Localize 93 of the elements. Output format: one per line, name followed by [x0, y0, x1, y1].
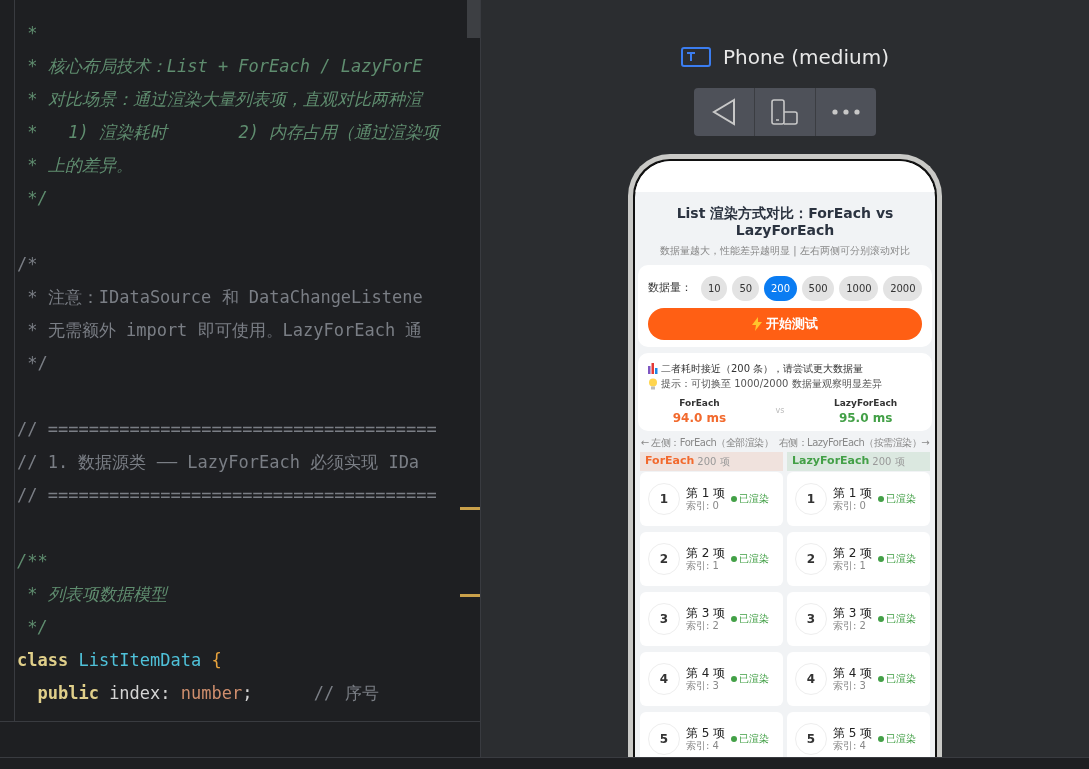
item-index: 索引: 4 — [833, 739, 867, 752]
scrollbar-thumb[interactable] — [467, 0, 480, 38]
warning-marker — [460, 507, 480, 510]
count-option[interactable]: 500 — [801, 276, 835, 301]
status-text: 已渲染 — [739, 612, 770, 626]
result-message: 二者耗时接近（200 条），请尝试更大数据量 — [661, 362, 864, 376]
item-count: 200 项 — [872, 454, 905, 469]
code-text: number — [180, 683, 243, 703]
code-text: /* — [17, 254, 38, 274]
item-index: 索引: 2 — [686, 619, 720, 632]
code-text: */ — [26, 188, 48, 208]
code-text: // 序号 — [313, 683, 379, 703]
item-title: 第 2 项 — [833, 545, 873, 560]
item-title: 第 5 项 — [833, 725, 873, 740]
list-item[interactable]: 5 第 5 项 索引: 4 已渲染 — [787, 711, 930, 757]
item-index: 索引: 1 — [686, 559, 720, 572]
item-index: 索引: 3 — [686, 679, 720, 692]
status-text: 已渲染 — [739, 732, 770, 746]
lightning-icon — [752, 317, 762, 331]
list-item[interactable]: 5 第 5 项 索引: 4 已渲染 — [640, 711, 783, 757]
list-item[interactable]: 3 第 3 项 索引: 2 已渲染 — [640, 591, 783, 646]
list-item[interactable]: 4 第 4 项 索引: 3 已渲染 — [640, 651, 783, 706]
vs-text: vs — [775, 404, 785, 417]
list-item[interactable]: 3 第 3 项 索引: 2 已渲染 — [787, 591, 930, 646]
time-value: 95.0 ms — [838, 410, 893, 425]
count-option[interactable]: 1000 — [839, 276, 879, 301]
item-index: 索引: 0 — [833, 499, 867, 512]
code-text: // 1. 数据源类 —— LazyForEach 必须实现 IDa — [17, 452, 420, 472]
item-index: 索引: 1 — [833, 559, 867, 572]
list-item[interactable]: 4 第 4 项 索引: 3 已渲染 — [787, 651, 930, 706]
code-text: ; — [242, 683, 254, 703]
item-title: 第 4 项 — [833, 665, 873, 680]
list-item[interactable]: 1 第 1 项 索引: 0 已渲染 — [640, 471, 783, 526]
item-title: 第 1 项 — [833, 485, 873, 500]
column-title: ForEach — [645, 452, 695, 469]
code-text: * 核心布局技术：List + ForEach / LazyForE — [26, 56, 423, 76]
method-name: LazyForEach — [833, 397, 898, 410]
status-text: 已渲染 — [886, 612, 917, 626]
list-item[interactable]: 1 第 1 项 索引: 0 已渲染 — [787, 471, 930, 526]
count-option[interactable]: 200 — [763, 276, 797, 301]
item-title: 第 4 项 — [686, 665, 726, 680]
count-option[interactable]: 10 — [701, 276, 728, 301]
status-text: 已渲染 — [886, 552, 917, 566]
code-text: index: — [109, 683, 172, 703]
code-text: * 注意：IDataSource 和 DataChangeListene — [26, 287, 423, 307]
code-text: /** — [17, 551, 48, 571]
warning-marker — [460, 594, 480, 597]
item-index: 索引: 2 — [833, 619, 867, 632]
item-title: 第 5 项 — [686, 725, 726, 740]
status-text: 已渲染 — [886, 732, 917, 746]
status-text: 已渲染 — [886, 492, 917, 506]
device-icon — [680, 47, 711, 67]
code-text: */ — [26, 617, 48, 637]
count-label: 数据量： — [648, 280, 692, 297]
item-title: 第 3 项 — [833, 605, 873, 620]
code-text: // ====================================== — [17, 419, 437, 439]
code-text: * 对比场景：通过渲染大量列表项，直观对比两种渲 — [26, 89, 422, 109]
code-text: // ====================================== — [17, 485, 437, 505]
method-name: ForEach — [679, 397, 720, 410]
app-subtitle: 数据量越大，性能差异越明显 | 左右两侧可分别滚动对比 — [660, 244, 910, 258]
code-text: public — [36, 683, 100, 703]
code-text: { — [211, 650, 222, 670]
tip-text: 提示：可切换至 1000/2000 数据量观察明显差异 — [661, 377, 882, 391]
column-title: LazyForEach — [792, 452, 870, 469]
item-index: 索引: 4 — [686, 739, 720, 752]
time-value: 94.0 ms — [672, 410, 727, 425]
code-text: * 上的差异。 — [26, 155, 133, 175]
item-title: 第 1 项 — [686, 485, 726, 500]
item-index: 索引: 3 — [833, 679, 867, 692]
item-title: 第 3 项 — [686, 605, 726, 620]
item-count: 200 项 — [697, 454, 730, 469]
list-item[interactable]: 2 第 2 项 索引: 1 已渲染 — [787, 531, 930, 586]
app-title: List 渲染方式对比：ForEach vs LazyForEach — [675, 205, 895, 239]
count-option[interactable]: 50 — [732, 276, 759, 301]
code-text: * — [26, 23, 38, 43]
list-item[interactable]: 2 第 2 项 索引: 1 已渲染 — [640, 531, 783, 586]
lightbulb-icon — [648, 377, 658, 390]
status-text: 已渲染 — [739, 552, 770, 566]
bar-chart-icon — [648, 363, 658, 374]
count-option[interactable]: 2000 — [883, 276, 923, 301]
item-index: 索引: 0 — [686, 499, 720, 512]
item-title: 第 2 项 — [686, 545, 726, 560]
code-text: class — [17, 650, 70, 670]
status-text: 已渲染 — [739, 672, 770, 686]
status-text: 已渲染 — [739, 492, 770, 506]
code-text: * 列表项数据模型 — [26, 584, 167, 604]
code-text: * 1) 渲染耗时 2) 内存占用（通过渲染项 — [26, 122, 440, 142]
device-name: Phone (medium) — [722, 44, 890, 71]
status-text: 已渲染 — [886, 672, 917, 686]
code-text: */ — [26, 353, 48, 373]
code-text: * 无需额外 import 即可使用。LazyForEach 通 — [26, 320, 423, 340]
code-text: ListItemData — [78, 650, 203, 670]
hint-text: ← 左侧：ForEach（全部渲染） 右侧：LazyForEach（按需渲染）→ — [639, 435, 931, 450]
